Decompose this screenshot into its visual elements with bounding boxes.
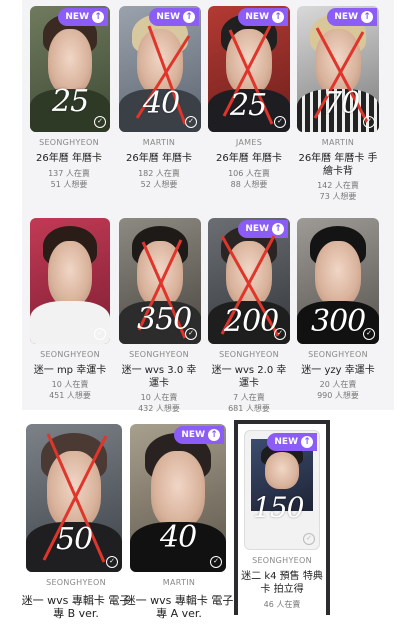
price-handwriting: 25	[52, 84, 89, 119]
card-photo[interactable]: NEW ↑ 40 ✓	[119, 6, 201, 132]
price-handwriting: 200	[224, 304, 279, 339]
price-handwriting: 350	[137, 302, 192, 337]
wanted-count: 990 人想要	[317, 391, 359, 400]
selling-count: 106 人在賣	[228, 169, 270, 178]
selling-count: 142 人在賣	[317, 181, 359, 190]
member-name: SEONGHYEON	[39, 138, 99, 147]
price-handwriting: 300	[311, 304, 366, 339]
listing-card[interactable]: NEW ↑ 25 ✓ SEONGHYEON 26年曆 年曆卡 137 人在賣 51…	[26, 6, 112, 206]
check-circle-icon: ✓	[210, 556, 222, 568]
member-name: SEONGHYEON	[129, 350, 189, 359]
listing-title: 26年曆 年曆卡 手繪卡背	[298, 153, 378, 177]
listing-title: 迷一 wvs 專輯卡 電子專 A ver.	[124, 594, 234, 620]
listing-card[interactable]: NEW ↑ 40 ✓ MARTIN 迷一 wvs 專輯卡 電子專 A ver.	[124, 420, 234, 627]
card-photo[interactable]: NEW ↑ 200 ✓	[208, 218, 290, 344]
price-handwriting: 25	[230, 88, 267, 123]
card-photo[interactable]: NEW ↑ 70 ✓	[297, 6, 379, 132]
listing-card[interactable]: 50 ✓ SEONGHYEON 迷一 wvs 專輯卡 電子專 B ver.	[12, 420, 130, 627]
listing-title: 26年曆 年曆卡	[126, 153, 192, 164]
card-photo[interactable]: ✓	[30, 218, 110, 344]
wanted-count: 88 人想要	[230, 180, 268, 189]
wanted-count: 451 人想要	[49, 391, 91, 400]
listing-card[interactable]: 300 ✓ SEONGHYEON 迷一 yzy 幸運卡 20 人在賣 990 人…	[294, 218, 382, 408]
card-photo[interactable]: 300 ✓	[297, 218, 379, 344]
listing-title: 迷一 yzy 幸運卡	[301, 365, 375, 376]
card-photo[interactable]: 350 ✓	[119, 218, 201, 344]
price-handwriting: 150	[253, 491, 304, 524]
check-circle-icon: ✓	[94, 328, 106, 340]
listing-card[interactable]: NEW ↑ 200 ✓ SEONGHYEON 迷一 wvs 2.0 幸運卡 7 人…	[205, 218, 293, 413]
new-badge: NEW ↑	[58, 8, 108, 26]
member-name: SEONGHYEON	[46, 578, 106, 587]
selling-count: 46 人在賣	[263, 600, 301, 609]
check-circle-icon: ✓	[94, 116, 106, 128]
check-circle-icon: ✓	[185, 116, 197, 128]
member-name: JAMES	[235, 138, 263, 147]
member-name: SEONGHYEON	[308, 350, 368, 359]
listing-title: 迷一 mp 幸運卡	[33, 365, 107, 376]
listing-title: 26年曆 年曆卡	[216, 153, 282, 164]
selling-count: 7 人在賣	[233, 393, 265, 402]
card-photo[interactable]: 50 ✓	[26, 424, 122, 572]
member-name: SEONGHYEON	[219, 350, 279, 359]
card-photo[interactable]: NEW ↑ 25 ✓	[208, 6, 290, 132]
listing-card[interactable]: NEW ↑ 150 ✓ SEONGHYEON 迷二 k4 預售 特典卡 拍立得 4…	[238, 424, 326, 619]
listing-card[interactable]: 350 ✓ SEONGHYEON 迷一 wvs 3.0 幸運卡 10 人在賣 4…	[115, 218, 203, 413]
listing-card[interactable]: NEW ↑ 40 ✓ MARTIN 26年曆 年曆卡 182 人在賣 52 人想要	[115, 6, 203, 206]
check-circle-icon: ✓	[185, 328, 197, 340]
listing-title: 26年曆 年曆卡	[36, 153, 102, 164]
check-circle-icon: ✓	[274, 116, 286, 128]
new-badge: NEW ↑	[174, 426, 224, 444]
member-name: MARTIN	[321, 138, 355, 147]
wanted-count: 73 人想要	[319, 192, 357, 201]
listing-card[interactable]: NEW ↑ 25 ✓ JAMES 26年曆 年曆卡 106 人在賣 88 人想要	[205, 6, 293, 206]
listing-grid: NEW ↑ 25 ✓ SEONGHYEON 26年曆 年曆卡 137 人在賣 51…	[0, 0, 400, 627]
arrow-up-icon: ↑	[92, 11, 104, 23]
selling-count: 20 人在賣	[319, 380, 357, 389]
check-circle-icon: ✓	[106, 556, 118, 568]
member-name: SEONGHYEON	[252, 556, 312, 565]
price-handwriting: 50	[56, 522, 93, 557]
wanted-count: 52 人想要	[140, 180, 178, 189]
wanted-count: 681 人想要	[228, 404, 270, 413]
price-handwriting: 40	[160, 520, 197, 555]
selling-count: 10 人在賣	[140, 393, 178, 402]
selling-count: 10 人在賣	[51, 380, 89, 389]
card-photo[interactable]: NEW ↑ 40 ✓	[130, 424, 226, 572]
listing-title: 迷一 wvs 3.0 幸運卡	[121, 365, 197, 389]
card-photo[interactable]: NEW ↑ 25 ✓	[30, 6, 110, 132]
member-name: MARTIN	[162, 578, 196, 587]
price-handwriting: 40	[143, 86, 180, 121]
new-badge: NEW ↑	[267, 433, 317, 451]
listing-title: 迷一 wvs 2.0 幸運卡	[211, 365, 287, 389]
selling-count: 137 人在賣	[48, 169, 90, 178]
arrow-up-icon: ↑	[208, 429, 220, 441]
member-name: MARTIN	[142, 138, 176, 147]
member-name: SEONGHYEON	[40, 350, 100, 359]
check-circle-icon: ✓	[363, 328, 375, 340]
listing-card[interactable]: ✓ SEONGHYEON 迷一 mp 幸運卡 10 人在賣 451 人想要	[26, 218, 114, 408]
wanted-count: 432 人想要	[138, 404, 180, 413]
listing-card[interactable]: NEW ↑ 70 ✓ MARTIN 26年曆 年曆卡 手繪卡背 142 人在賣 7…	[294, 6, 382, 208]
selling-count: 182 人在賣	[138, 169, 180, 178]
wanted-count: 51 人想要	[50, 180, 88, 189]
card-photo[interactable]: NEW ↑ 150 ✓	[244, 430, 320, 550]
listing-title: 迷二 k4 預售 特典卡 拍立得	[241, 571, 323, 595]
arrow-up-icon: ↑	[301, 436, 313, 448]
check-circle-icon: ✓	[363, 116, 375, 128]
price-handwriting: 70	[323, 86, 360, 121]
check-circle-icon: ✓	[303, 533, 315, 545]
check-circle-icon: ✓	[274, 328, 286, 340]
listing-title: 迷一 wvs 專輯卡 電子專 B ver.	[21, 594, 131, 620]
